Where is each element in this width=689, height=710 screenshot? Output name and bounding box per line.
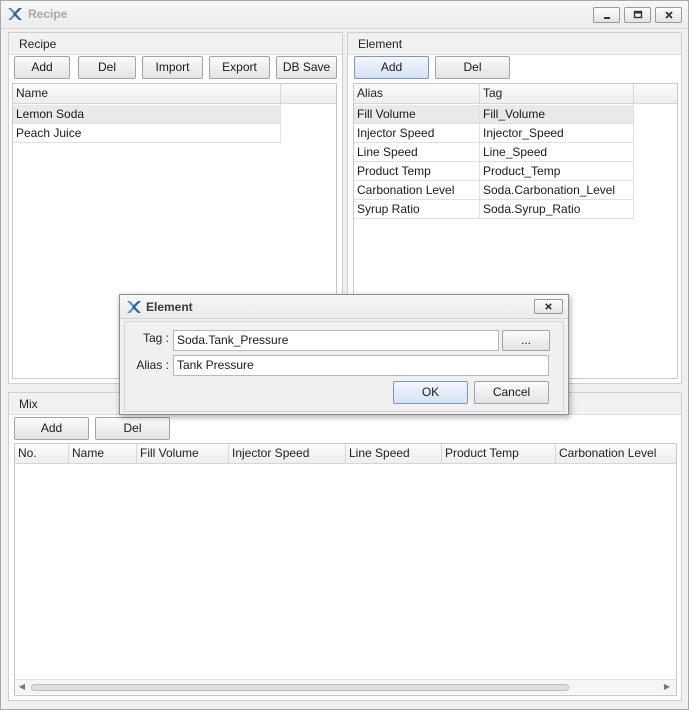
column-header-product-temp[interactable]: Product Temp <box>442 444 556 464</box>
dialog-body: Tag : Soda.Tank_Pressure ... Alias : Tan… <box>124 321 564 412</box>
recipe-row[interactable]: Peach Juice <box>13 124 281 143</box>
scroll-left-icon[interactable]: ◀ <box>17 682 27 692</box>
column-header-name[interactable]: Name <box>13 84 281 104</box>
mix-panel: Mix Add Del No. Name Fill Volume Injecto… <box>8 392 682 701</box>
column-header-filler <box>634 84 677 104</box>
close-button[interactable] <box>655 7 682 23</box>
tag-input[interactable]: Soda.Tank_Pressure <box>173 330 499 351</box>
column-header-carbonation-level[interactable]: Carbonation Level <box>556 444 676 464</box>
minimize-button[interactable] <box>593 7 620 23</box>
column-header-line-speed[interactable]: Line Speed <box>346 444 442 464</box>
element-panel-header: Element <box>348 33 681 55</box>
column-header-name[interactable]: Name <box>69 444 137 464</box>
column-header-alias[interactable]: Alias <box>354 84 480 104</box>
dialog-title: Element <box>146 300 193 314</box>
alias-cell[interactable]: Carbonation Level <box>354 181 480 200</box>
tag-cell[interactable]: Soda.Syrup_Ratio <box>480 200 634 219</box>
recipe-panel-header: Recipe <box>9 33 342 55</box>
recipe-add-button[interactable]: Add <box>14 56 70 79</box>
recipe-table-header: Name <box>13 84 336 104</box>
recipe-row[interactable]: Lemon Soda <box>13 105 281 124</box>
column-header-no[interactable]: No. <box>15 444 69 464</box>
column-header-tag[interactable]: Tag <box>480 84 634 104</box>
mix-add-button[interactable]: Add <box>14 417 89 440</box>
dialog-ok-button[interactable]: OK <box>393 381 468 404</box>
alias-cell[interactable]: Injector Speed <box>354 124 480 143</box>
alias-cell[interactable]: Syrup Ratio <box>354 200 480 219</box>
tag-label: Tag : <box>142 331 169 345</box>
column-header-fill-volume[interactable]: Fill Volume <box>137 444 229 464</box>
element-row[interactable]: Syrup Ratio Soda.Syrup_Ratio <box>354 200 634 219</box>
recipe-del-button[interactable]: Del <box>78 56 136 79</box>
mix-table-header: No. Name Fill Volume Injector Speed Line… <box>15 444 676 464</box>
element-add-button[interactable]: Add <box>354 56 429 79</box>
element-row[interactable]: Line Speed Line_Speed <box>354 143 634 162</box>
alias-label: Alias : <box>136 358 169 372</box>
app-logo-icon <box>8 8 22 20</box>
maximize-icon <box>633 10 642 19</box>
scroll-thumb[interactable] <box>31 684 569 691</box>
alias-input[interactable]: Tank Pressure <box>173 355 549 376</box>
scroll-right-icon[interactable]: ▶ <box>662 682 672 692</box>
tag-cell[interactable]: Product_Temp <box>480 162 634 181</box>
element-row[interactable]: Fill Volume Fill_Volume <box>354 105 634 124</box>
dialog-cancel-button[interactable]: Cancel <box>474 381 549 404</box>
element-del-button[interactable]: Del <box>435 56 510 79</box>
element-row[interactable]: Injector Speed Injector_Speed <box>354 124 634 143</box>
element-table-header: Alias Tag <box>354 84 677 104</box>
dialog-close-button[interactable] <box>534 299 563 314</box>
close-icon <box>664 11 673 19</box>
recipe-name-cell[interactable]: Peach Juice <box>13 124 281 143</box>
title-bar[interactable]: Recipe <box>1 1 688 29</box>
alias-cell[interactable]: Line Speed <box>354 143 480 162</box>
recipe-name-cell[interactable]: Lemon Soda <box>13 105 281 124</box>
recipe-import-button[interactable]: Import <box>142 56 203 79</box>
dialog-logo-icon <box>127 301 141 313</box>
mix-horizontal-scrollbar[interactable]: ◀ ▶ <box>15 679 676 694</box>
tag-cell[interactable]: Line_Speed <box>480 143 634 162</box>
recipe-db-save-button[interactable]: DB Save <box>276 56 337 79</box>
dialog-title-bar[interactable]: Element <box>120 295 568 319</box>
close-icon <box>545 303 552 310</box>
alias-cell[interactable]: Fill Volume <box>354 105 480 124</box>
minimize-icon <box>603 17 610 19</box>
column-header-injector-speed[interactable]: Injector Speed <box>229 444 346 464</box>
element-dialog: Element Tag : Soda.Tank_Pressure ... Ali… <box>119 294 569 415</box>
tag-cell[interactable]: Fill_Volume <box>480 105 634 124</box>
tag-cell[interactable]: Injector_Speed <box>480 124 634 143</box>
alias-cell[interactable]: Product Temp <box>354 162 480 181</box>
mix-table[interactable]: No. Name Fill Volume Injector Speed Line… <box>14 443 677 696</box>
maximize-button[interactable] <box>624 7 651 23</box>
mix-del-button[interactable]: Del <box>95 417 170 440</box>
element-row[interactable]: Carbonation Level Soda.Carbonation_Level <box>354 181 634 200</box>
tag-cell[interactable]: Soda.Carbonation_Level <box>480 181 634 200</box>
window-title: Recipe <box>28 7 68 21</box>
recipe-export-button[interactable]: Export <box>209 56 270 79</box>
tag-browse-button[interactable]: ... <box>502 330 550 351</box>
element-row[interactable]: Product Temp Product_Temp <box>354 162 634 181</box>
column-header-filler <box>281 84 336 104</box>
